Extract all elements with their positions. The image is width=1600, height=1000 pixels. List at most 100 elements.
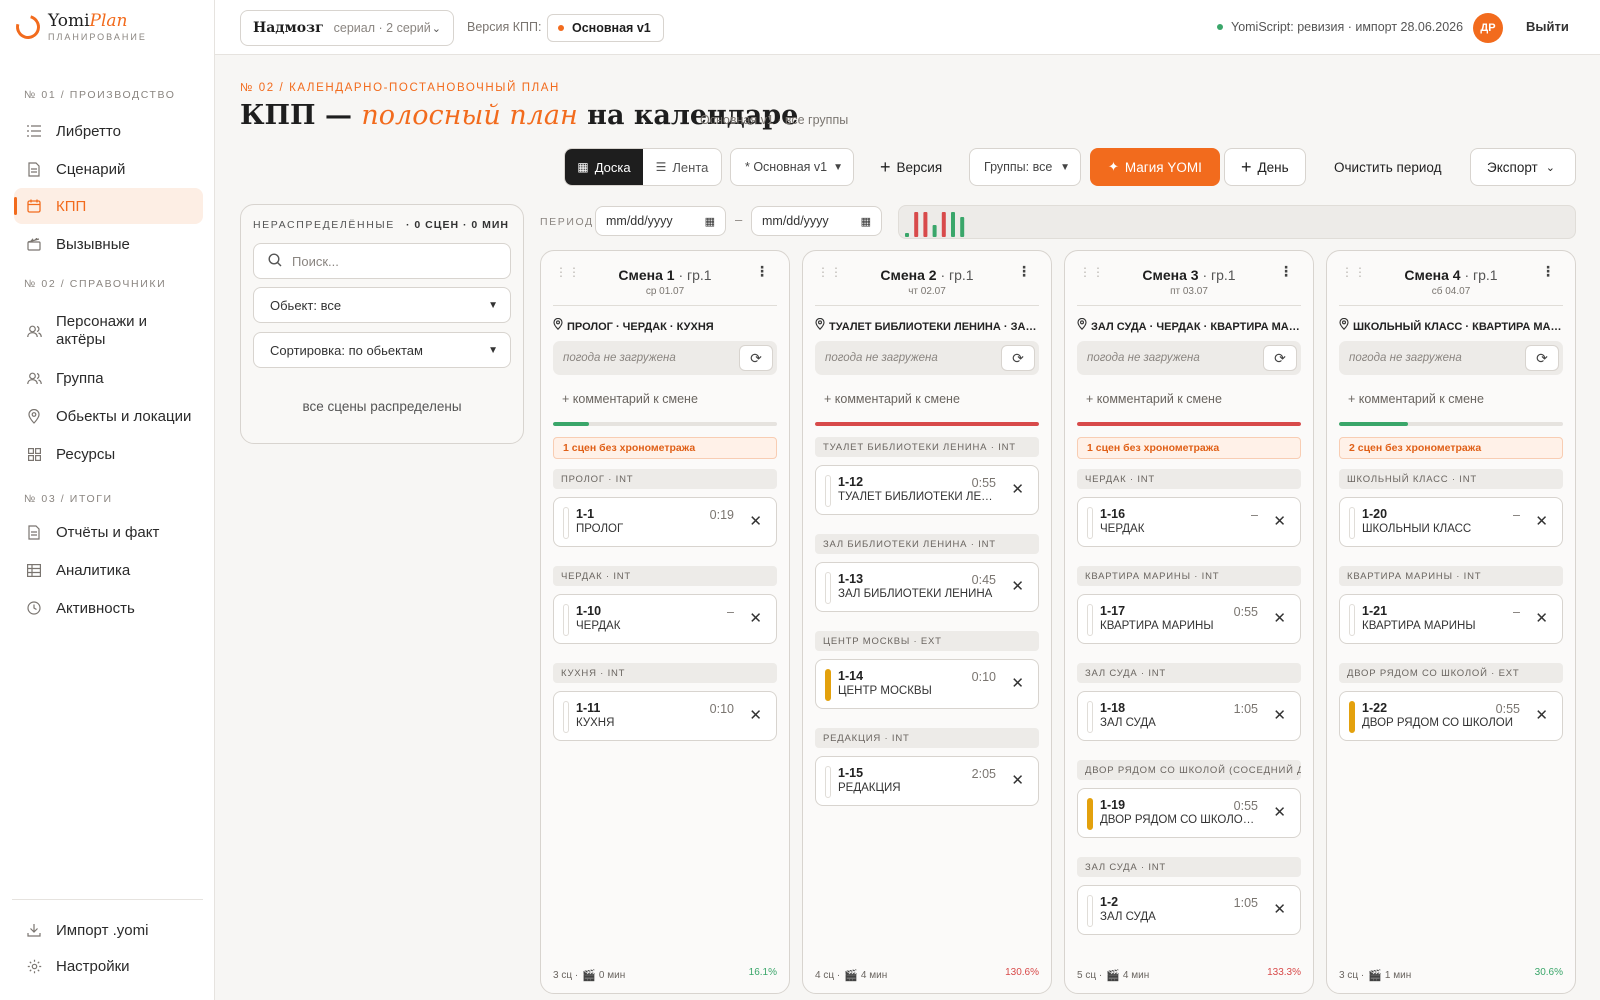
scene-card[interactable]: 1-22 ДВОР РЯДОМ СО ШКОЛОЙ 0:55 ✕ — [1339, 691, 1563, 741]
shift-locations: ТУАЛЕТ БИБЛИОТЕКИ ЛЕНИНА · ЗАЛ БИБЛИОТЕК… — [815, 318, 1041, 333]
sidebar-item-activity[interactable]: Активность — [14, 590, 203, 626]
view-feed-button[interactable]: ☰ Лента — [643, 149, 721, 185]
sidebar-item-libretto[interactable]: Либретто — [14, 113, 203, 149]
location-group-label: ЧЕРДАК · INT — [553, 566, 777, 586]
scene-marker — [1087, 507, 1093, 539]
add-version-button[interactable]: + Версия — [880, 148, 942, 186]
close-icon[interactable]: ✕ — [1011, 674, 1024, 692]
export-button[interactable]: Экспорт ⌄ — [1470, 148, 1576, 186]
sidebar-item-characters[interactable]: Персонажи и актёры — [14, 309, 203, 353]
scene-card[interactable]: 1-11 КУХНЯ 0:10 ✕ — [553, 691, 777, 741]
document-icon — [26, 161, 42, 177]
scene-id: 1-2 — [1100, 895, 1119, 909]
period-to-input[interactable]: mm/dd/yyyy ▦ — [751, 206, 882, 236]
magic-yomi-button[interactable]: ✦ Магия YOMI — [1090, 148, 1220, 186]
shift-column[interactable]: ⋮⋮ ⋮ Смена 4 · гр.1 сб 04.07 ШКОЛЬНЫЙ КЛАСС … — [1326, 250, 1576, 994]
app-logo[interactable]: YomiPlan ПЛАНИРОВАНИЕ — [11, 10, 147, 44]
add-comment-button[interactable]: + комментарий к смене — [1348, 392, 1484, 406]
close-icon[interactable]: ✕ — [749, 706, 762, 724]
shift-load-percent: 133.3% — [1267, 967, 1301, 978]
period-from-input[interactable]: mm/dd/yyyy ▦ — [595, 206, 726, 236]
scene-card[interactable]: 1-17 КВАРТИРА МАРИНЫ 0:55 ✕ — [1077, 594, 1301, 644]
chevron-down-icon: ▼ — [1060, 161, 1070, 173]
sidebar-item-resources[interactable]: Ресурсы — [14, 436, 203, 472]
clapper-icon: 🎬 — [582, 970, 596, 982]
project-select[interactable]: Надмозг сериал · 2 серий ⌄ — [240, 10, 454, 46]
scene-card[interactable]: 1-13 ЗАЛ БИБЛИОТЕКИ ЛЕНИНА 0:45 ✕ — [815, 562, 1039, 612]
group-icon — [26, 370, 42, 386]
refresh-icon[interactable]: ⟳ — [739, 345, 773, 371]
close-icon[interactable]: ✕ — [1535, 706, 1548, 724]
scene-card[interactable]: 1-21 КВАРТИРА МАРИНЫ – ✕ — [1339, 594, 1563, 644]
close-icon[interactable]: ✕ — [1273, 706, 1286, 724]
scene-card[interactable]: 1-2 ЗАЛ СУДА 1:05 ✕ — [1077, 885, 1301, 935]
add-comment-button[interactable]: + комментарий к смене — [1086, 392, 1222, 406]
shift-column[interactable]: ⋮⋮ ⋮ Смена 1 · гр.1 ср 01.07 ПРОЛОГ · ЧЕРДАК… — [540, 250, 790, 994]
sidebar-item-callsheets[interactable]: Вызывные — [14, 226, 203, 262]
scene-card[interactable]: 1-14 ЦЕНТР МОСКВЫ 0:10 ✕ — [815, 659, 1039, 709]
close-icon[interactable]: ✕ — [1011, 480, 1024, 498]
close-icon[interactable]: ✕ — [1535, 512, 1548, 530]
refresh-icon[interactable]: ⟳ — [1525, 345, 1559, 371]
histogram-bar — [923, 212, 928, 237]
object-filter-select[interactable]: Обьект: все ▼ — [253, 287, 511, 323]
sidebar-item-reports[interactable]: Отчёты и факт — [14, 514, 203, 550]
scene-duration: 0:10 — [971, 670, 996, 684]
sidebar-item-kpp[interactable]: КПП — [14, 188, 203, 224]
sidebar-item-group[interactable]: Группа — [14, 360, 203, 396]
view-board-button[interactable]: ▦ Доска — [565, 149, 643, 185]
sidebar-item-import[interactable]: Импорт .yomi — [14, 912, 203, 948]
sidebar-item-locations[interactable]: Обьекты и локации — [14, 398, 203, 434]
add-day-button[interactable]: + День — [1224, 148, 1306, 186]
shift-locations: ЗАЛ СУДА · ЧЕРДАК · КВАРТИРА МАРИНЫ · ДВ… — [1077, 318, 1303, 333]
clear-period-button[interactable]: Очистить период — [1334, 148, 1441, 186]
location-group-label: ЗАЛ СУДА · INT — [1077, 857, 1301, 877]
unassigned-count: · 0 СЦЕН · 0 МИН — [406, 219, 509, 231]
load-histogram[interactable] — [898, 205, 1576, 239]
shift-column[interactable]: ⋮⋮ ⋮ Смена 3 · гр.1 пт 03.07 ЗАЛ СУДА · ЧЕРД… — [1064, 250, 1314, 994]
scene-card[interactable]: 1-18 ЗАЛ СУДА 1:05 ✕ — [1077, 691, 1301, 741]
close-icon[interactable]: ✕ — [749, 512, 762, 530]
groups-select[interactable]: Группы: все ▼ — [969, 148, 1081, 186]
scene-card[interactable]: 1-20 ШКОЛЬНЫЙ КЛАСС – ✕ — [1339, 497, 1563, 547]
shift-column[interactable]: ⋮⋮ ⋮ Смена 2 · гр.1 чт 02.07 ТУАЛЕТ БИБЛИОТЕ… — [802, 250, 1052, 994]
close-icon[interactable]: ✕ — [1273, 900, 1286, 918]
sidebar-item-analytics[interactable]: Аналитика — [14, 552, 203, 588]
avatar[interactable]: ДР — [1473, 13, 1503, 43]
location-group-label: ТУАЛЕТ БИБЛИОТЕКИ ЛЕНИНА · INT — [815, 437, 1039, 457]
status-dot-icon — [1217, 24, 1223, 30]
scene-card[interactable]: 1-15 РЕДАКЦИЯ 2:05 ✕ — [815, 756, 1039, 806]
sidebar-item-script[interactable]: Сценарий — [14, 151, 203, 187]
scene-search-input[interactable]: Поиск... — [253, 243, 511, 279]
scene-card[interactable]: 1-1 ПРОЛОГ 0:19 ✕ — [553, 497, 777, 547]
sidebar-item-settings[interactable]: Настройки — [14, 948, 203, 984]
sort-select[interactable]: Сортировка: по обьектам ▼ — [253, 332, 511, 368]
refresh-icon[interactable]: ⟳ — [1001, 345, 1035, 371]
close-icon[interactable]: ✕ — [1273, 512, 1286, 530]
scene-card[interactable]: 1-12 ТУАЛЕТ БИБЛИОТЕКИ ЛЕНИНА 0:55 ✕ — [815, 465, 1039, 515]
weather-status: погода не загружена ⟳ — [815, 341, 1039, 375]
sidebar-divider — [12, 899, 203, 900]
version-chip[interactable]: Основная v1 — [547, 14, 664, 42]
close-icon[interactable]: ✕ — [1011, 577, 1024, 595]
logout-button[interactable]: Выйти — [1526, 19, 1569, 34]
close-icon[interactable]: ✕ — [1011, 771, 1024, 789]
scene-name: КВАРТИРА МАРИНЫ — [1100, 620, 1214, 632]
shift-load-bar — [815, 422, 1039, 426]
scene-card[interactable]: 1-19 ДВОР РЯДОМ СО ШКОЛОЙ (СОСЕДНИЙ ДВОР… — [1077, 788, 1301, 838]
refresh-icon[interactable]: ⟳ — [1263, 345, 1297, 371]
scene-card[interactable]: 1-10 ЧЕРДАК – ✕ — [553, 594, 777, 644]
add-comment-button[interactable]: + комментарий к смене — [562, 392, 698, 406]
version-select[interactable]: * Основная v1 ▼ — [730, 148, 854, 186]
scene-card[interactable]: 1-16 ЧЕРДАК – ✕ — [1077, 497, 1301, 547]
scene-marker — [1349, 701, 1355, 733]
location-group-label: РЕДАКЦИЯ · INT — [815, 728, 1039, 748]
shift-footer: 5 сц · 🎬 4 мин — [1077, 970, 1150, 982]
shift-locations: ПРОЛОГ · ЧЕРДАК · КУХНЯ — [553, 318, 779, 333]
close-icon[interactable]: ✕ — [1273, 803, 1286, 821]
histogram-bar — [960, 217, 965, 237]
close-icon[interactable]: ✕ — [749, 609, 762, 627]
add-comment-button[interactable]: + комментарий к смене — [824, 392, 960, 406]
close-icon[interactable]: ✕ — [1535, 609, 1548, 627]
close-icon[interactable]: ✕ — [1273, 609, 1286, 627]
